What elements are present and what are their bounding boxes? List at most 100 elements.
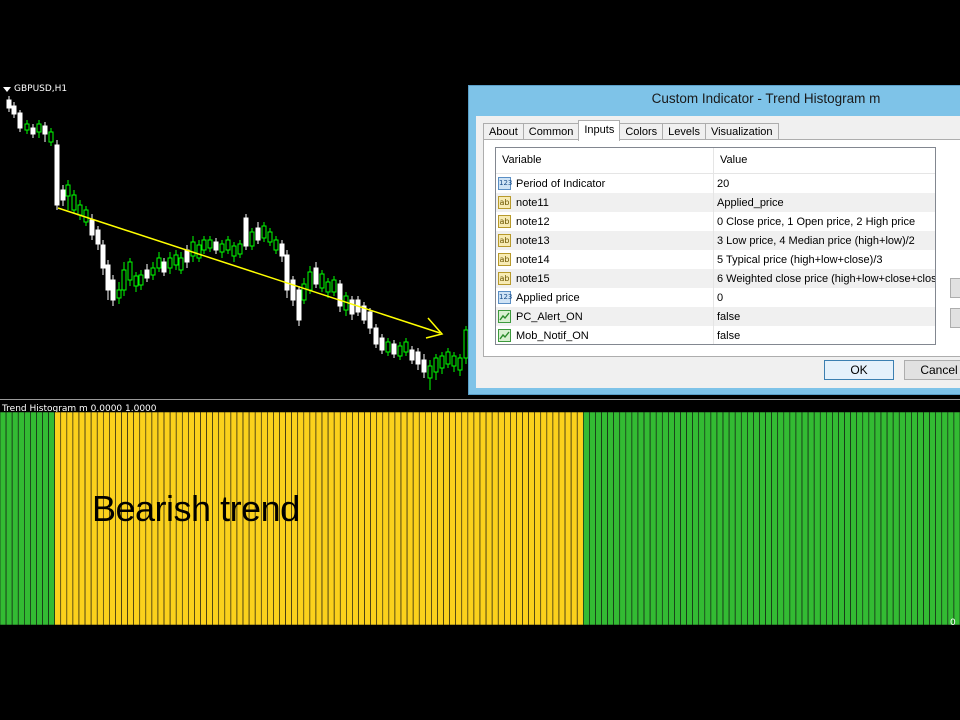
histogram-bar [595, 412, 602, 625]
table-row[interactable]: PC_Alert_ON false [496, 307, 935, 326]
table-row[interactable]: ab note12 0 Close price, 1 Open price, 2 H… [496, 212, 935, 231]
candle-body [54, 144, 60, 206]
histogram-bar [826, 412, 833, 625]
string-icon: ab [498, 215, 511, 228]
load-button[interactable] [950, 278, 960, 298]
candle-body [313, 267, 319, 285]
candle-body [36, 123, 42, 133]
table-row[interactable]: ab note15 6 Weighted close price (high+low… [496, 269, 935, 288]
table-row[interactable]: ab note11 Applied_price [496, 193, 935, 212]
histogram-bar [947, 412, 955, 625]
histogram-bar [692, 412, 700, 625]
ok-button[interactable]: OK [824, 360, 894, 380]
candle-body [116, 289, 122, 299]
inputs-table: Variable Value 123 Period of Indicator 20 a… [495, 147, 936, 345]
candle-body [48, 131, 54, 143]
histogram-bar [84, 412, 92, 625]
string-icon: ab [498, 196, 511, 209]
candle-body [201, 239, 207, 251]
candle-body [331, 279, 337, 293]
histogram-bar [917, 412, 924, 625]
candle-body [196, 244, 202, 259]
candle-body [110, 279, 116, 301]
histogram-bar [728, 412, 736, 625]
histogram-bar [631, 412, 639, 625]
column-header-value[interactable]: Value [714, 148, 935, 173]
histogram-bar [503, 412, 511, 625]
variable-cell: ab note11 [496, 193, 714, 212]
histogram-bar [564, 412, 572, 625]
histogram-bar [698, 412, 706, 625]
value-cell[interactable]: Applied_price [714, 193, 935, 212]
candle-body [439, 355, 445, 369]
histogram-bar [674, 412, 681, 625]
histogram-bar [704, 412, 712, 625]
variable-cell: PC_Alert_ON [496, 307, 714, 326]
candle-body [173, 254, 179, 266]
table-row[interactable]: ab note14 5 Typical price (high+low+close)… [496, 250, 935, 269]
table-row[interactable]: 123 Period of Indicator 20 [496, 174, 935, 193]
candle-body [184, 249, 190, 263]
string-icon: ab [498, 253, 511, 266]
histogram-bar [905, 412, 912, 625]
histogram-bar [649, 412, 657, 625]
histogram-bar [352, 412, 359, 625]
variable-name: note11 [516, 196, 549, 209]
histogram-bar [42, 412, 49, 625]
table-row[interactable]: Mob_Notif_ON false [496, 326, 935, 344]
histogram-bar [382, 412, 390, 625]
histogram-bar [655, 412, 663, 625]
table-rows: 123 Period of Indicator 20 ab note11 Applied_… [496, 174, 935, 344]
histogram-bar [801, 412, 809, 625]
table-row[interactable]: 123 Applied price 0 [496, 288, 935, 307]
variable-name: note12 [516, 215, 550, 228]
column-header-variable[interactable]: Variable [496, 148, 714, 173]
histogram-bar [661, 412, 669, 625]
value-cell[interactable]: false [714, 307, 935, 326]
histogram-bar [5, 412, 13, 625]
histogram-bar [686, 412, 693, 625]
histogram-bar [765, 412, 772, 625]
histogram-bar [425, 412, 432, 625]
candle-body [451, 355, 457, 367]
histogram-bar [17, 412, 25, 625]
save-button[interactable] [950, 308, 960, 328]
value-cell[interactable]: 5 Typical price (high+low+close)/3 [714, 250, 935, 269]
candle-body [178, 257, 184, 271]
value-cell[interactable]: 6 Weighted close price (high+low+close+c… [714, 269, 935, 288]
candle-body [403, 341, 409, 353]
histogram-bar [364, 412, 371, 625]
cancel-button[interactable]: Cancel [904, 360, 960, 380]
histogram-bar [941, 412, 949, 625]
scale-marker: 0 [950, 618, 956, 628]
candle-body [167, 257, 173, 269]
histogram-bar [418, 412, 426, 625]
histogram-bar [485, 412, 493, 625]
dialog-title: Custom Indicator - Trend Histogram m [651, 91, 881, 106]
string-icon: ab [498, 234, 511, 247]
dropdown-triangle-icon[interactable] [3, 86, 11, 92]
value-cell[interactable]: false [714, 326, 935, 344]
histogram-bar [370, 412, 378, 625]
histogram-bar [929, 412, 936, 625]
histogram-bar [789, 412, 797, 625]
histogram-bar [346, 412, 353, 625]
histogram-bar [710, 412, 718, 625]
tab-inputs[interactable]: Inputs [578, 120, 621, 141]
table-header: Variable Value [496, 148, 935, 174]
histogram-bar [844, 412, 851, 625]
histogram-bar [589, 412, 596, 625]
candle-body [60, 189, 66, 201]
value-cell[interactable]: 3 Low price, 4 Median price (high+low)/2 [714, 231, 935, 250]
value-cell[interactable]: 0 [714, 288, 935, 307]
value-cell[interactable]: 0 Close price, 1 Open price, 2 High pric… [714, 212, 935, 231]
table-row[interactable]: ab note13 3 Low price, 4 Median price (hig… [496, 231, 935, 250]
histogram-bar [72, 412, 80, 625]
candle-body [391, 343, 397, 355]
window-divider[interactable] [0, 399, 960, 400]
value-cell[interactable]: 20 [714, 174, 935, 193]
candle-body [307, 271, 313, 291]
histogram-bar [886, 412, 894, 625]
variable-cell: ab note15 [496, 269, 714, 288]
histogram-bar [540, 412, 548, 625]
